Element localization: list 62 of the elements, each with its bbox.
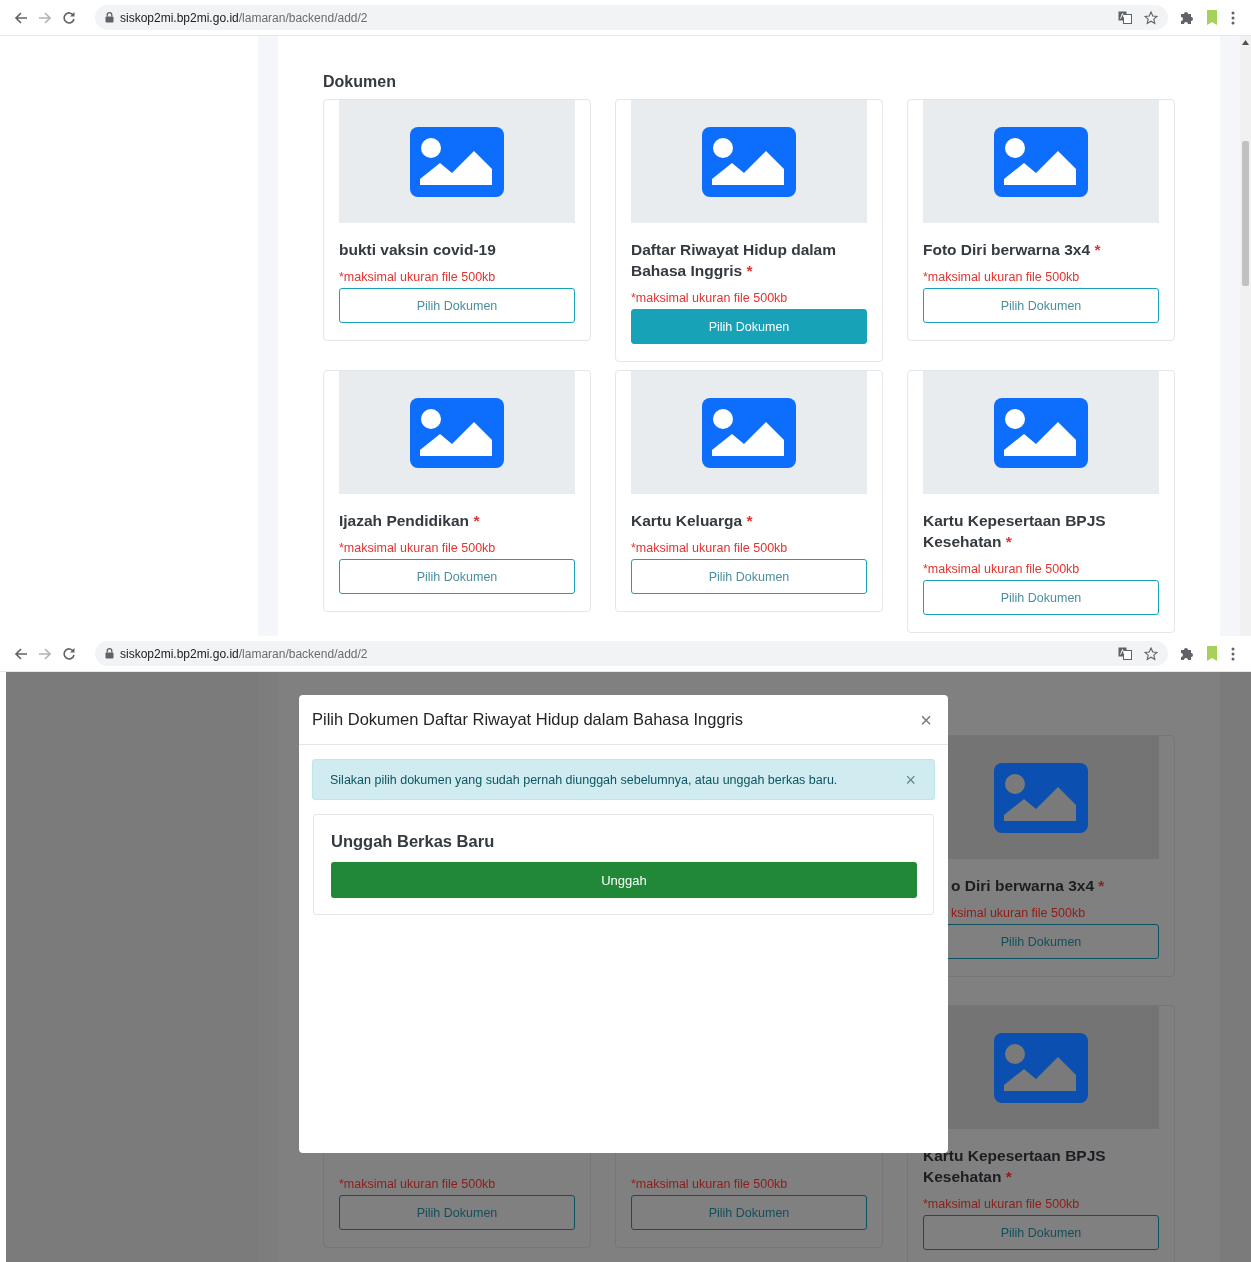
modal-title: Pilih Dokumen Daftar Riwayat Hidup dalam Bahasa Inggris <box>312 710 745 729</box>
back-icon[interactable] <box>14 646 28 661</box>
file-size-note: *maksimal ukuran file 500kb <box>923 1196 1081 1212</box>
document-title: bukti vaksin covid-19 <box>339 240 497 260</box>
choose-document-button[interactable]: Pilih Dokumen <box>339 559 575 594</box>
file-size-note: *maksimal ukuran file 500kb <box>631 1176 789 1192</box>
choose-document-button[interactable]: Pilih Dokumen <box>339 1195 575 1230</box>
choose-document-button[interactable]: Pilih Dokumen <box>923 288 1159 323</box>
star-icon[interactable] <box>1144 646 1158 661</box>
image-icon <box>410 126 504 197</box>
image-icon <box>410 397 504 468</box>
file-size-note: *maksimal ukuran file 500kb <box>339 1176 497 1192</box>
scrollbar[interactable] <box>1240 36 1251 636</box>
image-icon <box>994 397 1088 468</box>
back-icon[interactable] <box>14 10 28 25</box>
image-icon <box>994 126 1088 197</box>
translate-icon[interactable] <box>1118 11 1132 24</box>
document-title: Ijazah Pendidikan * <box>339 511 481 531</box>
image-icon <box>702 126 796 197</box>
alert-text: Silakan pilih dokumen yang sudah pernah diunggah sebelumnya, atau unggah berkas baru. <box>330 772 839 787</box>
document-title: o Diri berwarna 3x4 * <box>950 876 1106 896</box>
address-bar[interactable]: siskop2mi.bp2mi.go.id/lamaran/backend/add/2 <box>95 641 1168 666</box>
document-title: Daftar Riwayat Hidup dalam Bahasa Inggris * <box>631 240 837 281</box>
file-size-note: *maksimal ukuran file 500kb <box>339 540 497 556</box>
choose-document-button[interactable]: Pilih Dokumen <box>923 1215 1159 1250</box>
section-title: Dokumen <box>323 72 397 92</box>
file-size-note: ksimal ukuran file 500kb <box>950 905 1087 921</box>
choose-document-button[interactable]: Pilih Dokumen <box>339 288 575 323</box>
document-title: Kartu Kepesertaan BPJS Kesehatan * <box>923 511 1107 552</box>
image-icon <box>702 397 796 468</box>
document-title: Kartu Keluarga * <box>631 511 754 531</box>
puzzle-icon[interactable] <box>1180 647 1193 660</box>
image-icon <box>994 1032 1088 1103</box>
reload-icon[interactable] <box>62 10 76 25</box>
file-size-note: *maksimal ukuran file 500kb <box>339 269 497 285</box>
url-text: siskop2mi.bp2mi.go.id/lamaran/backend/add/2 <box>120 10 368 25</box>
scroll-up-icon[interactable] <box>1242 40 1249 45</box>
file-size-note: *maksimal ukuran file 500kb <box>923 269 1081 285</box>
close-button[interactable]: × <box>918 709 934 730</box>
file-size-note: *maksimal ukuran file 500kb <box>631 290 789 306</box>
choose-document-button[interactable]: Pilih Dokumen <box>631 1195 867 1230</box>
reload-icon[interactable] <box>62 646 76 661</box>
choose-document-button[interactable]: Pilih Dokumen <box>923 580 1159 615</box>
document-title: Foto Diri berwarna 3x4 * <box>923 240 1102 260</box>
scrollbar-thumb[interactable] <box>1242 141 1249 286</box>
translate-icon[interactable] <box>1118 647 1132 660</box>
menu-icon[interactable] <box>1231 646 1235 661</box>
lock-icon <box>105 12 114 23</box>
upload-button[interactable]: Unggah <box>331 862 917 898</box>
file-size-note: *maksimal ukuran file 500kb <box>631 540 789 556</box>
upload-heading: Unggah Berkas Baru <box>331 831 496 851</box>
choose-document-button[interactable]: Pilih Dokumen <box>631 309 867 344</box>
url-text: siskop2mi.bp2mi.go.id/lamaran/backend/add/2 <box>120 646 368 661</box>
puzzle-icon[interactable] <box>1180 11 1193 24</box>
choose-document-button[interactable]: Pilih Dokumen <box>631 559 867 594</box>
lock-icon <box>105 648 114 659</box>
close-button[interactable]: × <box>903 769 918 790</box>
file-size-note: *maksimal ukuran file 500kb <box>923 561 1081 577</box>
menu-icon[interactable] <box>1231 10 1235 25</box>
image-icon <box>994 762 1088 833</box>
star-icon[interactable] <box>1144 10 1158 25</box>
address-bar[interactable]: siskop2mi.bp2mi.go.id/lamaran/backend/add/2 <box>95 5 1168 30</box>
